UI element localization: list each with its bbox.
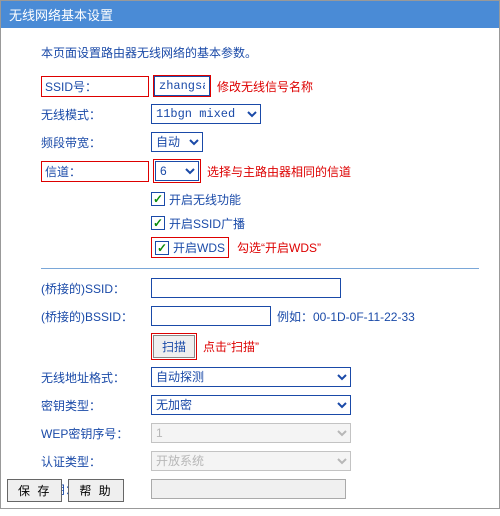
row-scan: 扫描 点击“扫描” [41, 333, 479, 360]
bridge-ssid-label: (桥接的)SSID： [41, 280, 151, 297]
channel-select[interactable]: 6 [155, 161, 199, 181]
row-mode: 无线模式： 11bgn mixed [41, 103, 479, 125]
scan-button[interactable]: 扫描 [153, 335, 195, 358]
save-button[interactable]: 保 存 [7, 479, 62, 502]
cb-row-wds: 开启WDS 勾选“开启WDS” [151, 237, 479, 258]
checkbox-ssid-broadcast[interactable] [151, 216, 165, 230]
cb-label-wds: 开启WDS [173, 239, 225, 256]
wds-note: 勾选“开启WDS” [237, 239, 321, 256]
checkbox-enable-wifi[interactable] [151, 192, 165, 206]
mode-label: 无线模式： [41, 106, 151, 123]
row-channel: 信道： 6 选择与主路由器相同的信道 [41, 159, 479, 183]
bssid-example: 例如：00-1D-0F-11-22-33 [277, 308, 415, 325]
key-type-select[interactable]: 无加密 [151, 395, 351, 415]
bandwidth-select[interactable]: 自动 [151, 132, 203, 152]
bandwidth-label: 频段带宽： [41, 134, 151, 151]
help-button[interactable]: 帮 助 [68, 479, 123, 502]
ssid-input[interactable] [154, 76, 210, 96]
auth-type-label: 认证类型： [41, 453, 151, 470]
wep-index-select: 1 [151, 423, 351, 443]
addr-format-label: 无线地址格式： [41, 369, 151, 386]
title-text: 无线网络基本设置 [9, 8, 113, 23]
cb-row-ssid-broadcast: 开启SSID广播 [151, 213, 479, 233]
page-description: 本页面设置路由器无线网络的基本参数。 [41, 44, 479, 61]
checkbox-wds[interactable] [155, 241, 169, 255]
channel-select-highlight: 6 [153, 159, 201, 183]
auth-type-select: 开放系统 [151, 451, 351, 471]
channel-note: 选择与主路由器相同的信道 [207, 163, 351, 180]
footer-buttons: 保 存 帮 助 [7, 479, 124, 502]
bridge-ssid-input[interactable] [151, 278, 341, 298]
ssid-input-highlight [153, 75, 211, 97]
bridge-bssid-input[interactable] [151, 306, 271, 326]
addr-format-select[interactable]: 自动探测 [151, 367, 351, 387]
row-bandwidth: 频段带宽： 自动 [41, 131, 479, 153]
row-bridge-bssid: (桥接的)BSSID： 例如：00-1D-0F-11-22-33 [41, 305, 479, 327]
cb-row-wifi: 开启无线功能 [151, 189, 479, 209]
ssid-note: 修改无线信号名称 [217, 78, 313, 95]
row-key-type: 密钥类型： 无加密 [41, 394, 479, 416]
ssid-label-highlight: SSID号： [41, 76, 149, 97]
row-addr-format: 无线地址格式： 自动探测 [41, 366, 479, 388]
cb-label-ssid-broadcast: 开启SSID广播 [169, 215, 245, 232]
channel-label: 信道： [45, 163, 145, 180]
divider [41, 268, 479, 269]
key-type-label: 密钥类型： [41, 397, 151, 414]
titlebar: 无线网络基本设置 [1, 1, 499, 28]
window-frame: 无线网络基本设置 本页面设置路由器无线网络的基本参数。 SSID号： 修改无线信… [0, 0, 500, 509]
mode-select[interactable]: 11bgn mixed [151, 104, 261, 124]
row-auth-type: 认证类型： 开放系统 [41, 450, 479, 472]
content-area: 本页面设置路由器无线网络的基本参数。 SSID号： 修改无线信号名称 无线模式：… [1, 28, 499, 516]
wds-highlight: 开启WDS [151, 237, 229, 258]
row-wep-index: WEP密钥序号： 1 [41, 422, 479, 444]
scan-note: 点击“扫描” [203, 338, 259, 355]
ssid-label: SSID号： [45, 78, 145, 95]
row-ssid: SSID号： 修改无线信号名称 [41, 75, 479, 97]
bridge-bssid-label: (桥接的)BSSID： [41, 308, 151, 325]
cb-label-wifi: 开启无线功能 [169, 191, 241, 208]
channel-label-highlight: 信道： [41, 161, 149, 182]
key-input [151, 479, 346, 499]
row-bridge-ssid: (桥接的)SSID： [41, 277, 479, 299]
wep-index-label: WEP密钥序号： [41, 425, 151, 442]
scan-highlight: 扫描 [151, 333, 197, 360]
